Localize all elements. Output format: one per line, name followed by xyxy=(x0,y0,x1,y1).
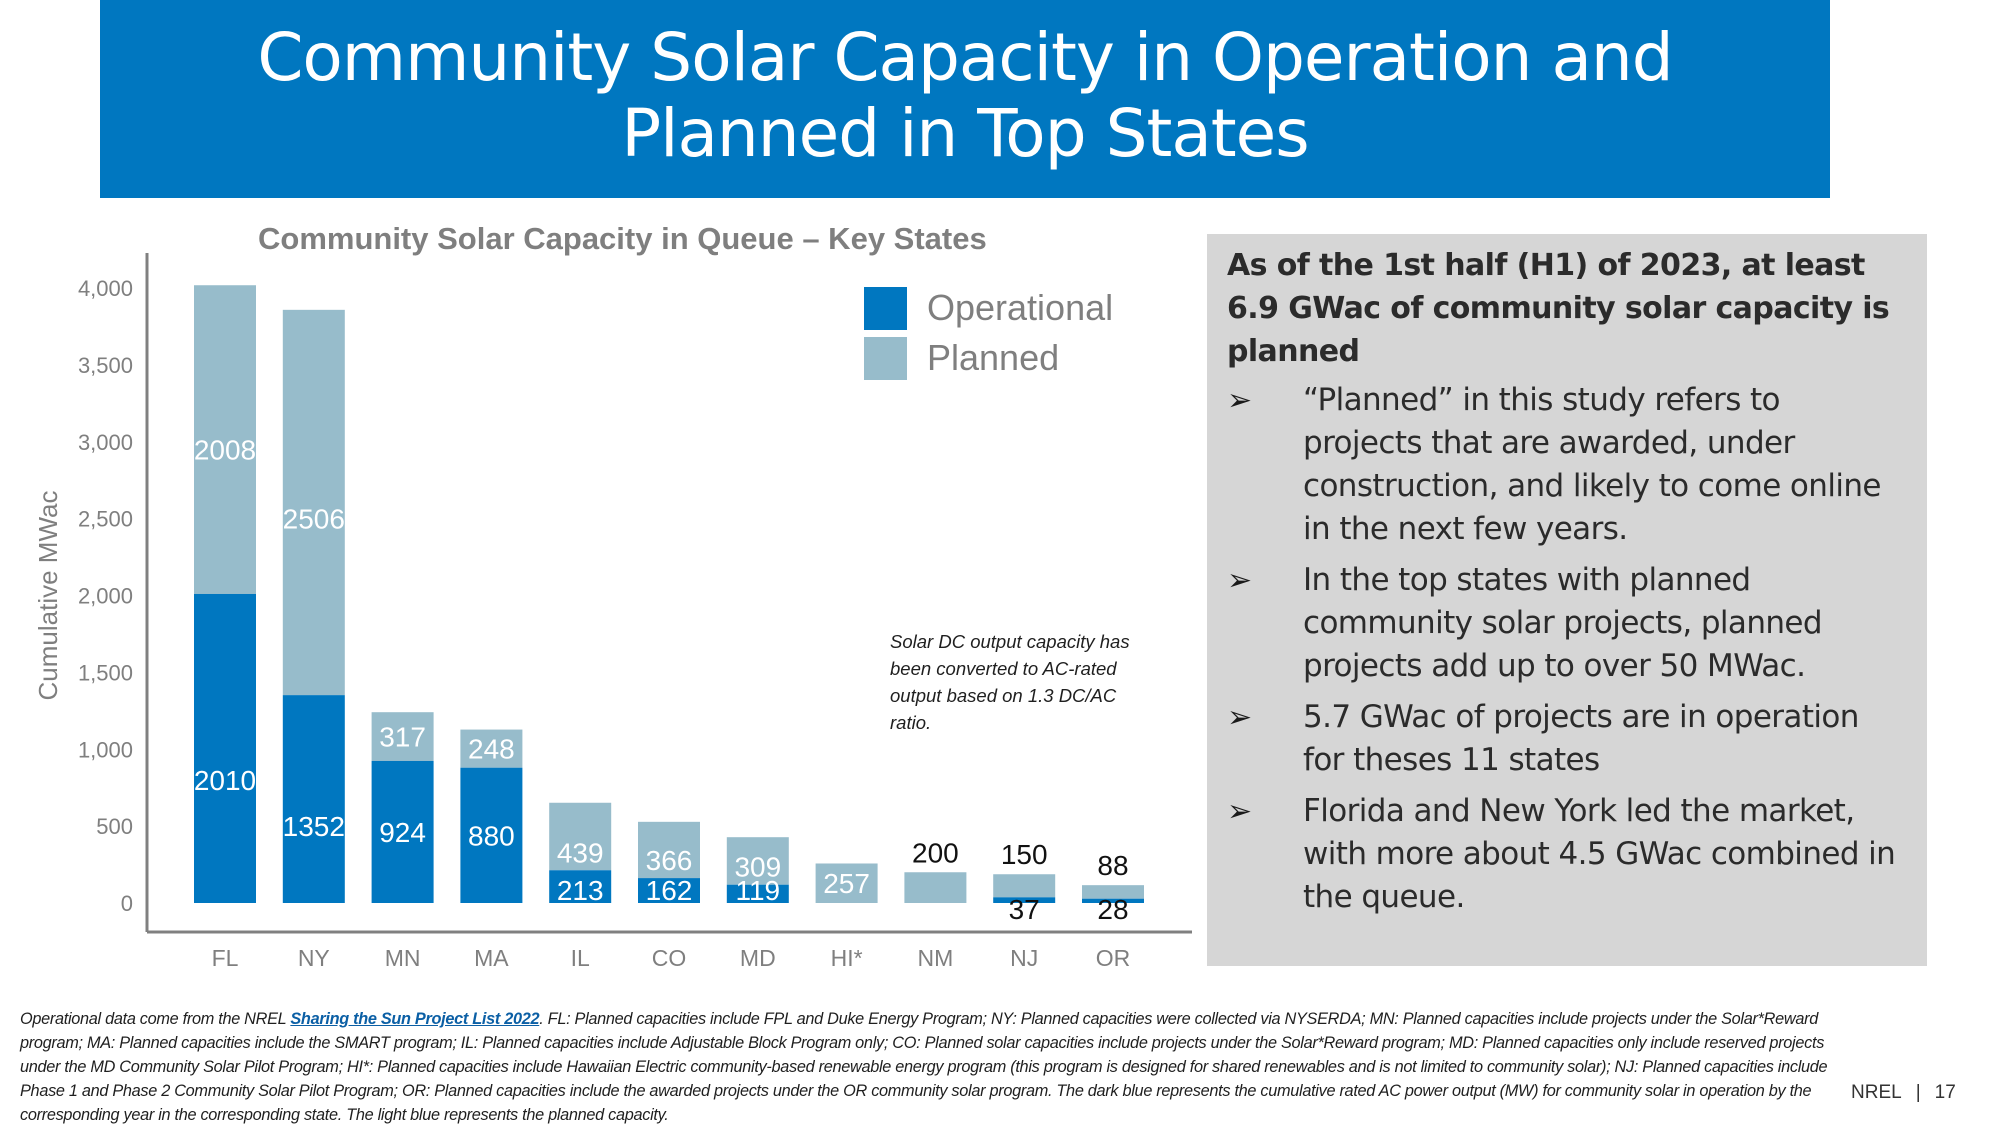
separator: | xyxy=(1915,1082,1921,1103)
x-tick-label: OR xyxy=(1096,945,1131,971)
y-tick-label: 3,500 xyxy=(78,353,133,378)
data-label-operational: 213 xyxy=(557,875,604,906)
bar-planned xyxy=(904,872,967,903)
y-tick-label: 1,000 xyxy=(78,737,133,762)
title-banner: Community Solar Capacity in Operation an… xyxy=(100,0,1830,198)
data-label-operational: 162 xyxy=(646,875,693,906)
y-axis-label: Cumulative MWac xyxy=(33,491,63,701)
legend-label-planned: Planned xyxy=(927,337,1059,378)
data-label-operational: 28 xyxy=(1097,894,1128,925)
data-label-operational: 2010 xyxy=(194,765,256,796)
y-tick-label: 2,500 xyxy=(78,507,133,532)
bar-planned xyxy=(282,309,345,696)
x-tick-label: CO xyxy=(652,945,687,971)
y-tick-label: 0 xyxy=(121,891,133,916)
footnote: Operational data come from the NREL Shar… xyxy=(20,1007,1855,1127)
data-label-planned: 317 xyxy=(379,722,426,753)
data-label-planned: 257 xyxy=(823,868,870,899)
data-label-operational: 880 xyxy=(468,820,515,851)
bullet-item: ➢ “Planned” in this study refers to proj… xyxy=(1227,379,1907,551)
data-label-operational: 37 xyxy=(1009,894,1040,925)
data-label-planned: 2008 xyxy=(194,434,256,465)
y-tick-label: 1,500 xyxy=(78,660,133,685)
slide-title: Community Solar Capacity in Operation an… xyxy=(257,19,1673,172)
data-label-operational: 924 xyxy=(379,817,426,848)
data-label-planned: 150 xyxy=(1001,839,1048,870)
arrowhead-bullet-icon: ➢ xyxy=(1227,700,1252,735)
chart-annotation: Solar DC output capacity has been conver… xyxy=(890,631,1130,733)
stacked-bar-chart: 0 500 1,000 1,500 2,000 2,500 3,000 3,500 4,000 C… xyxy=(33,253,1192,971)
data-label-planned: 366 xyxy=(646,845,693,876)
org-name: NREL xyxy=(1851,1082,1902,1103)
data-label-operational: 1352 xyxy=(283,811,345,842)
bullet-item: ➢ 5.7 GWac of projects are in operation … xyxy=(1227,696,1907,782)
panel-heading: As of the 1st half (H1) of 2023, at leas… xyxy=(1227,248,1890,369)
footnote-prefix: Operational data come from the NREL xyxy=(20,1010,291,1028)
legend-swatch-planned xyxy=(864,337,907,380)
y-tick-label: 3,000 xyxy=(78,430,133,455)
x-tick-label: NY xyxy=(298,945,330,971)
bullet-item: ➢ In the top states with planned communi… xyxy=(1227,559,1907,688)
x-tick-label: MN xyxy=(385,945,421,971)
summary-panel: As of the 1st half (H1) of 2023, at leas… xyxy=(1207,234,1927,966)
bullet-text: 5.7 GWac of projects are in operation fo… xyxy=(1303,699,1859,778)
bullet-item: ➢ Florida and New York led the market, w… xyxy=(1227,790,1907,919)
data-label-planned: 88 xyxy=(1097,850,1128,881)
bullet-text: In the top states with planned community… xyxy=(1303,562,1823,684)
data-label-planned: 2506 xyxy=(283,504,345,535)
page-number: 17 xyxy=(1934,1082,1956,1103)
arrowhead-bullet-icon: ➢ xyxy=(1227,563,1252,598)
data-label-planned: 200 xyxy=(912,837,959,868)
arrowhead-bullet-icon: ➢ xyxy=(1227,794,1252,829)
bullet-text: “Planned” in this study refers to projec… xyxy=(1303,382,1882,547)
data-label-planned: 439 xyxy=(557,837,604,868)
bullet-text: Florida and New York led the market, wit… xyxy=(1303,793,1896,915)
x-tick-label: FL xyxy=(212,945,239,971)
x-tick-label: HI* xyxy=(831,945,863,971)
bullet-list: ➢ “Planned” in this study refers to proj… xyxy=(1227,379,1907,919)
x-tick-label: NM xyxy=(918,945,954,971)
x-tick-label: NJ xyxy=(1010,945,1038,971)
arrowhead-bullet-icon: ➢ xyxy=(1227,383,1252,418)
x-tick-label: IL xyxy=(571,945,590,971)
bar-operational xyxy=(194,593,256,903)
legend-swatch-operational xyxy=(864,287,907,330)
y-tick-label: 4,000 xyxy=(78,276,133,301)
legend-label-operational: Operational xyxy=(927,287,1113,328)
x-tick-label: MD xyxy=(740,945,776,971)
y-tick-label: 500 xyxy=(96,814,133,839)
sharing-the-sun-link[interactable]: Sharing the Sun Project List 2022 xyxy=(290,1010,539,1028)
page-footer: NREL | 17 xyxy=(1851,1082,1956,1104)
data-label-operational: 119 xyxy=(735,875,780,906)
bar-operational xyxy=(282,695,345,903)
x-tick-label: MA xyxy=(474,945,509,971)
y-tick-label: 2,000 xyxy=(78,584,133,609)
data-label-planned: 248 xyxy=(468,734,515,765)
